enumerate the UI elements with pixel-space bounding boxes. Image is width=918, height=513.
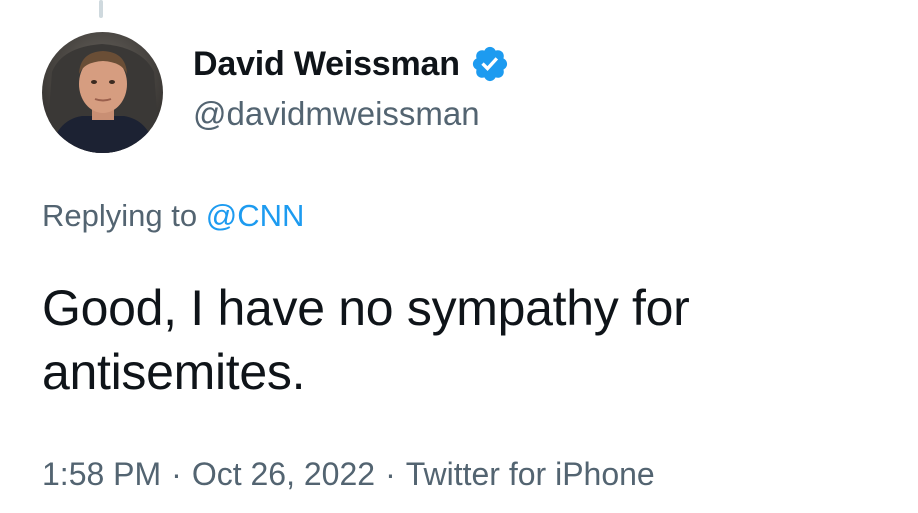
avatar-image bbox=[42, 32, 163, 153]
replying-to: Replying to @CNN bbox=[42, 198, 304, 234]
replying-to-prefix: Replying to bbox=[42, 198, 198, 233]
author-display-name[interactable]: David Weissman bbox=[193, 45, 460, 84]
verified-badge-icon bbox=[470, 44, 510, 84]
tweet-time[interactable]: 1:58 PM bbox=[42, 456, 161, 492]
meta-separator: · bbox=[385, 456, 396, 492]
avatar[interactable] bbox=[42, 32, 163, 153]
reply-mention-link[interactable]: @CNN bbox=[206, 198, 305, 233]
tweet-meta: 1:58 PM · Oct 26, 2022 · Twitter for iPhone bbox=[42, 456, 655, 493]
meta-separator: · bbox=[171, 456, 182, 492]
tweet-detail: David Weissman @davidmweissman Replying … bbox=[0, 0, 918, 513]
thread-connector-line bbox=[99, 0, 103, 18]
author-name-row: David Weissman bbox=[193, 44, 510, 84]
tweet-date[interactable]: Oct 26, 2022 bbox=[192, 456, 375, 492]
tweet-source[interactable]: Twitter for iPhone bbox=[406, 456, 655, 492]
tweet-text: Good, I have no sympathy for antisemites… bbox=[42, 280, 690, 400]
author-handle[interactable]: @davidmweissman bbox=[193, 95, 480, 133]
